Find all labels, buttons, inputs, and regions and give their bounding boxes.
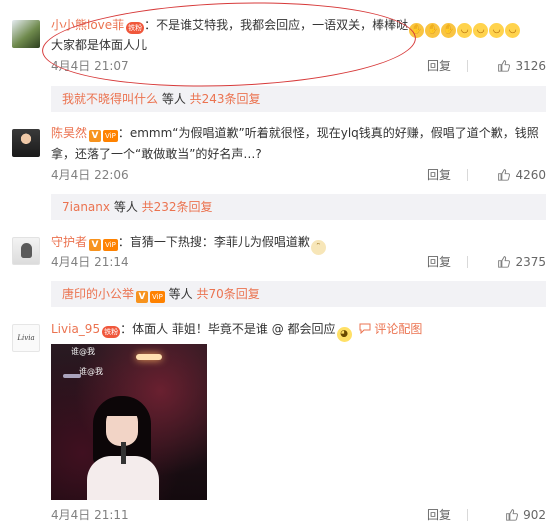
like-button[interactable]: 2375 <box>497 253 546 271</box>
thumb-up-icon <box>498 60 511 72</box>
comment-text: 陈昊然 V ViP ：emmm“为假唱道歉”听着就很怪，现在ylq钱真的好赚，假唱了道… <box>51 123 550 143</box>
comment-text: Livia_95 铁粉 ：体面人 菲姐！毕竟不是谁 @ 都会回应 ◕ 评论配图 <box>51 319 550 342</box>
comment-body: ：不是谁艾特我，我都会回应，一语双关，棒棒哒 <box>144 18 409 32</box>
reply-count-link[interactable]: 共70条回复 <box>196 287 259 301</box>
comment-picture-icon <box>359 323 371 334</box>
microphone <box>121 442 126 464</box>
avatar[interactable] <box>12 129 40 157</box>
comment-body: ：盲猜一下热搜：李菲儿为假唱道歉 <box>117 235 310 249</box>
comment-meta: 4月4日 21:14 回复 2375 <box>51 253 546 271</box>
fan-level-badge: 铁粉 <box>102 326 121 338</box>
divider <box>467 169 468 181</box>
like-count: 3126 <box>515 59 546 73</box>
vip-v-icon: V <box>136 291 149 303</box>
level-badge-icon: ViP <box>103 130 118 142</box>
timestamp: 4月4日 21:11 <box>51 508 129 522</box>
comment-photo[interactable]: 谁@我 谁@我 <box>51 344 207 500</box>
timestamp: 4月4日 21:14 <box>51 255 129 269</box>
comment-text-line2: 大家都是体面人儿 <box>51 35 550 55</box>
divider <box>467 256 468 268</box>
thumb-up-icon <box>498 256 511 268</box>
like-count: 902 <box>523 508 546 522</box>
vip-v-icon: V <box>89 239 102 251</box>
username-link[interactable]: 陈昊然 <box>51 126 87 140</box>
divider <box>467 509 468 521</box>
comment-body: ：体面人 菲姐！毕竟不是谁 @ 都会回应 <box>120 322 336 336</box>
comment-picture-link[interactable]: 评论配图 <box>359 322 422 336</box>
username-link[interactable]: Livia_95 <box>51 322 100 336</box>
sub-reply-mid: 等人 <box>164 287 197 301</box>
sub-replies-bar[interactable]: 唐印的小公举 V ViP 等人 共70条回复 <box>51 281 546 307</box>
sub-replies-bar[interactable]: 我就不晓得叫什么 等人 共243条回复 <box>51 86 546 112</box>
thumb-up-icon <box>498 169 511 181</box>
comment-body-line2: 大家都是体面人儿 <box>51 38 148 52</box>
comment-picture-label: 评论配图 <box>374 322 423 336</box>
like-button[interactable]: 4260 <box>497 166 546 184</box>
comment-body-line2: 拿，还落了一个“敢做敢当”的好名声…? <box>51 147 262 161</box>
reply-button[interactable]: 回复 <box>427 166 451 184</box>
reply-button[interactable]: 回复 <box>427 57 451 75</box>
level-badge-icon: ViP <box>150 291 165 303</box>
photo-caption: 谁@我 <box>79 367 103 376</box>
like-button[interactable]: 902 <box>505 506 546 524</box>
reply-count-link[interactable]: 共232条回复 <box>142 200 213 214</box>
sub-reply-mid: 等人 <box>158 92 190 106</box>
like-count: 4260 <box>515 168 546 182</box>
comment-meta: 4月4日 21:07 回复 3126 <box>51 57 546 75</box>
level-badge-icon: ViP <box>103 239 118 251</box>
sub-reply-mid: 等人 <box>110 200 142 214</box>
fan-level-badge: 铁粉 <box>126 22 145 34</box>
vip-v-icon: V <box>89 130 102 142</box>
thumb-up-icon <box>506 509 519 521</box>
photo-caption: 谁@我 <box>71 347 95 356</box>
reply-button[interactable]: 回复 <box>427 253 451 271</box>
sub-replies-bar[interactable]: 7iananx 等人 共232条回复 <box>51 194 546 220</box>
sub-reply-user-link[interactable]: 7iananx <box>62 200 110 214</box>
comment-text-line2: 拿，还落了一个“敢做敢当”的好名声…? <box>51 144 550 164</box>
comment-body: ：emmm“为假唱道歉”听着就很怪，现在ylq钱真的好赚，假唱了道个歉，钱照 <box>117 126 539 140</box>
person-bangs <box>101 400 143 416</box>
drink-emoji-icon: ◕ <box>336 327 352 342</box>
sub-reply-user-link[interactable]: 我就不晓得叫什么 <box>62 92 158 106</box>
comment-text: 守护者 V ViP ：盲猜一下热搜：李菲儿为假唱道歉 ᵔ <box>51 232 550 255</box>
username-link[interactable]: 小小熊love菲 <box>51 18 124 32</box>
divider <box>467 60 468 72</box>
like-count: 2375 <box>515 255 546 269</box>
comment-meta: 4月4日 22:06 回复 4260 <box>51 166 546 184</box>
sub-reply-user-link[interactable]: 唐印的小公举 <box>62 287 134 301</box>
timestamp: 4月4日 22:06 <box>51 168 129 182</box>
comment-meta: 4月4日 21:11 回复 902 <box>51 506 546 524</box>
timestamp: 4月4日 21:07 <box>51 59 129 73</box>
like-button[interactable]: 3126 <box>497 57 546 75</box>
reply-button[interactable]: 回复 <box>427 506 451 524</box>
avatar[interactable]: Livia <box>12 324 40 352</box>
stage-light <box>136 354 162 360</box>
avatar[interactable] <box>12 20 40 48</box>
reply-count-link[interactable]: 共243条回复 <box>190 92 261 106</box>
avatar-text: Livia <box>17 334 35 342</box>
avatar[interactable] <box>12 237 40 265</box>
username-link[interactable]: 守护者 <box>51 235 87 249</box>
